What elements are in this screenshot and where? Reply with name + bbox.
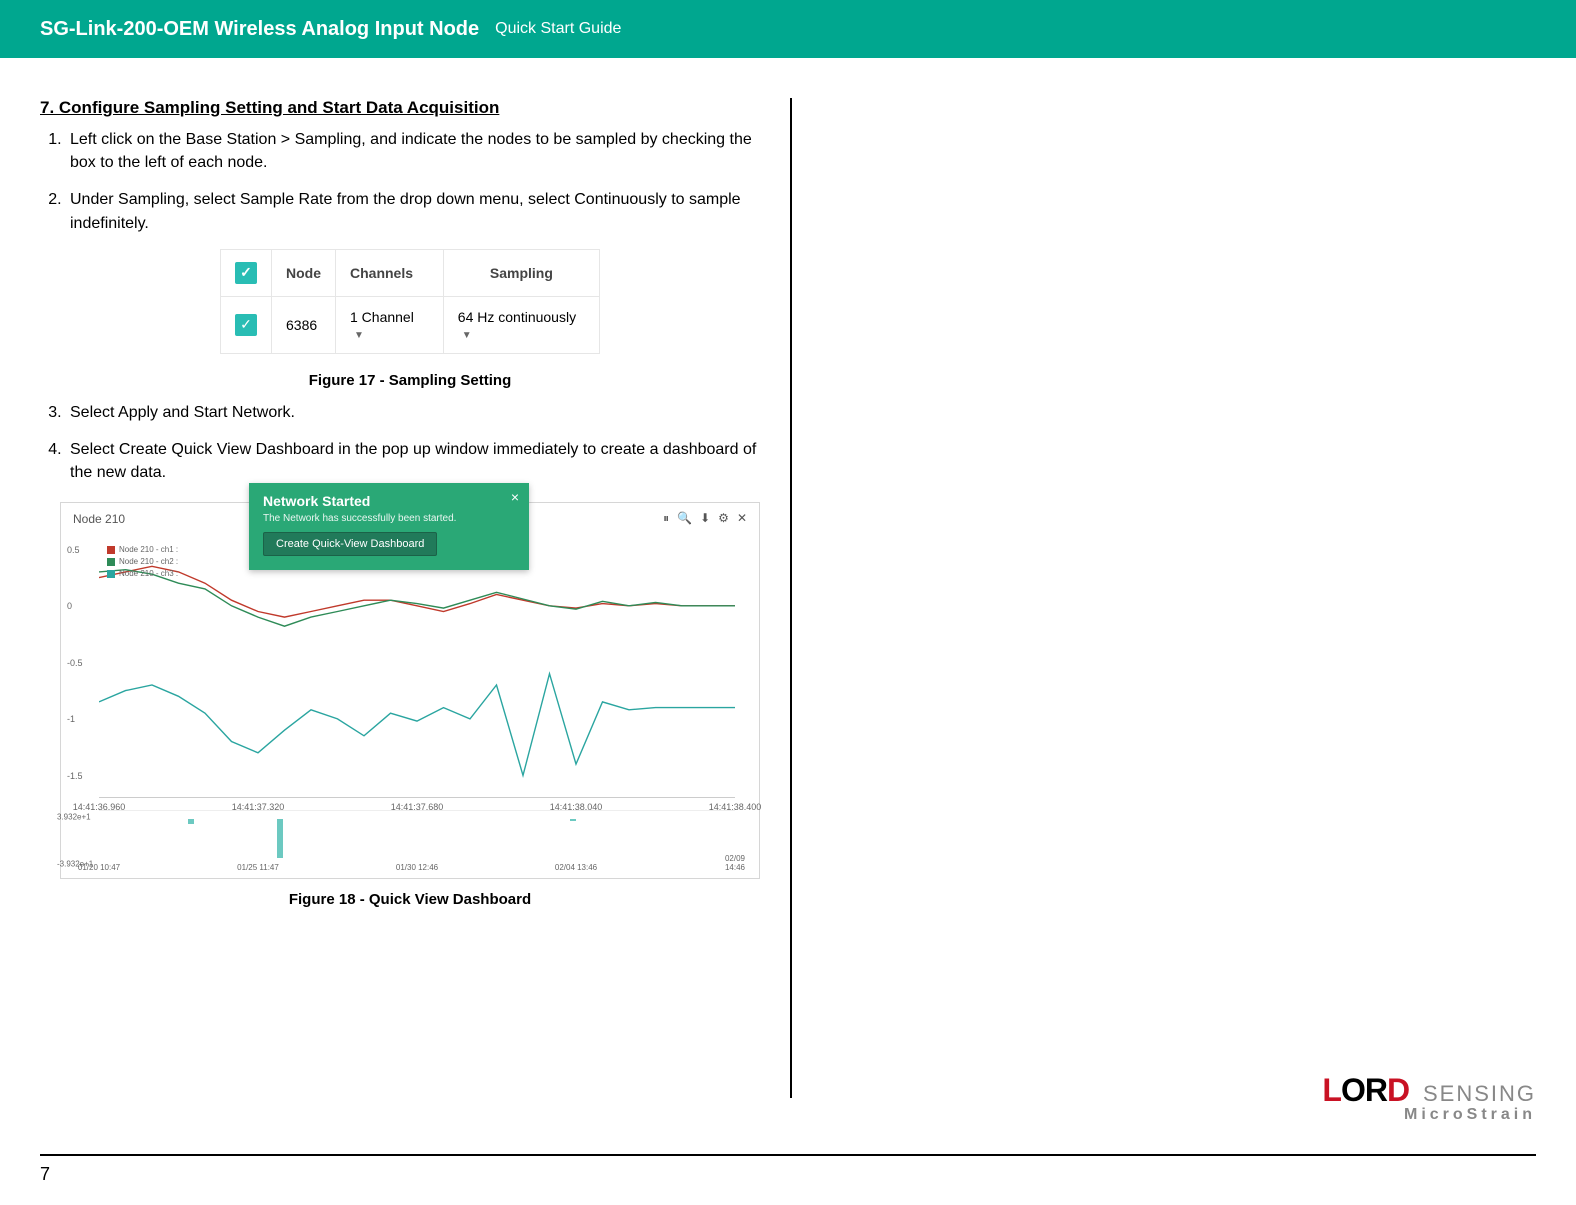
overview-chart: 3.932e+1-3.932e+101/20 10:4701/25 11:470… <box>99 810 735 870</box>
close-icon[interactable]: ✕ <box>737 511 747 526</box>
col-node: Node <box>272 249 336 296</box>
y-tick-label: 0 <box>67 601 72 611</box>
row-checkbox[interactable]: ✓ <box>235 314 257 336</box>
right-column <box>812 98 1536 1098</box>
overview-x-label: 02/04 13:46 <box>555 863 597 872</box>
overview-x-label: 01/25 11:47 <box>237 863 279 872</box>
chart-legend: Node 210 - ch1 : Node 210 - ch2 : Node 2… <box>107 544 178 580</box>
logo-microstrain: MicroStrain <box>0 1106 1536 1124</box>
legend-item-ch3: Node 210 - ch3 : <box>107 568 178 580</box>
logo-part: D <box>1387 1072 1409 1108</box>
left-column: 7. Configure Sampling Setting and Start … <box>40 98 780 1098</box>
x-axis <box>99 797 735 798</box>
main-chart: Node 210 - ch1 : Node 210 - ch2 : Node 2… <box>99 538 735 798</box>
create-dashboard-button[interactable]: Create Quick-View Dashboard <box>263 532 437 556</box>
legend-swatch <box>107 558 115 566</box>
legend-item-ch2: Node 210 - ch2 : <box>107 556 178 568</box>
y-tick-label: -1 <box>67 714 75 724</box>
table-row: ✓ 6386 1 Channel ▼ 64 Hz continuously ▼ <box>221 296 600 353</box>
section-title: 7. Configure Sampling Setting and Start … <box>40 98 780 118</box>
legend-swatch <box>107 546 115 554</box>
overview-x-label: 01/20 10:47 <box>78 863 120 872</box>
y-tick-label: -1.5 <box>67 771 83 781</box>
overview-bar <box>188 819 194 824</box>
page-number: 7 <box>40 1164 50 1185</box>
cell-sampling-dropdown[interactable]: 64 Hz continuously ▼ <box>443 296 599 353</box>
cell-channels-label: 1 Channel <box>350 309 414 325</box>
step-2: Under Sampling, select Sample Rate from … <box>66 188 780 234</box>
overview-bar <box>570 819 576 821</box>
col-sampling: Sampling <box>443 249 599 296</box>
chevron-down-icon: ▼ <box>462 330 472 341</box>
legend-label: Node 210 - ch3 : <box>119 568 178 580</box>
steps-list: Left click on the Base Station > Samplin… <box>40 128 780 235</box>
steps-list-cont: Select Apply and Start Network. Select C… <box>40 401 780 485</box>
notification-title: Network Started <box>263 493 515 509</box>
search-icon[interactable]: 🔍 <box>677 511 692 526</box>
logo-part: L <box>1322 1072 1341 1108</box>
cell-channels-dropdown[interactable]: 1 Channel ▼ <box>336 296 444 353</box>
dashboard-panel: × Network Started The Network has succes… <box>60 502 760 879</box>
chevron-down-icon: ▼ <box>354 330 364 341</box>
legend-item-ch1: Node 210 - ch1 : <box>107 544 178 556</box>
footer: 7 <box>0 1156 1576 1205</box>
col-channels: Channels <box>336 249 444 296</box>
notification-toast: × Network Started The Network has succes… <box>249 483 529 570</box>
step-4: Select Create Quick View Dashboard in th… <box>66 438 780 484</box>
gear-icon[interactable]: ⚙ <box>718 511 729 526</box>
header-checkbox[interactable]: ✓ <box>235 262 257 284</box>
notification-message: The Network has successfully been starte… <box>263 513 515 524</box>
chart-svg <box>99 538 735 798</box>
page-body: 7. Configure Sampling Setting and Start … <box>0 58 1576 1098</box>
y-tick-label: 0.5 <box>67 545 80 555</box>
overview-y-label: 3.932e+1 <box>57 813 91 822</box>
dashboard-title: Node 210 <box>73 512 125 526</box>
figure-17-caption: Figure 17 - Sampling Setting <box>40 372 780 389</box>
legend-label: Node 210 - ch1 : <box>119 544 178 556</box>
overview-x-label: 02/09 14:46 <box>725 854 745 872</box>
legend-swatch <box>107 570 115 578</box>
header-bar: SG-Link-200-OEM Wireless Analog Input No… <box>0 0 1576 58</box>
figure-18-caption: Figure 18 - Quick View Dashboard <box>40 891 780 908</box>
overview-bar <box>277 819 283 858</box>
pause-icon[interactable]: ⏸ <box>663 511 669 526</box>
step-1: Left click on the Base Station > Samplin… <box>66 128 780 174</box>
logo-sensing: SENSING <box>1423 1081 1536 1106</box>
logo-part: OR <box>1341 1072 1387 1108</box>
legend-label: Node 210 - ch2 : <box>119 556 178 568</box>
header-subtitle: Quick Start Guide <box>495 20 621 38</box>
cell-node: 6386 <box>272 296 336 353</box>
close-icon[interactable]: × <box>511 489 519 505</box>
column-divider <box>790 98 792 1098</box>
y-tick-label: -0.5 <box>67 658 83 668</box>
step-3: Select Apply and Start Network. <box>66 401 780 424</box>
sampling-table: ✓ Node Channels Sampling ✓ 6386 1 Channe… <box>220 249 600 354</box>
overview-x-label: 01/30 12:46 <box>396 863 438 872</box>
download-icon[interactable]: ⬇ <box>700 511 710 526</box>
header-title: SG-Link-200-OEM Wireless Analog Input No… <box>40 18 479 41</box>
cell-sampling-label: 64 Hz continuously <box>458 309 576 325</box>
